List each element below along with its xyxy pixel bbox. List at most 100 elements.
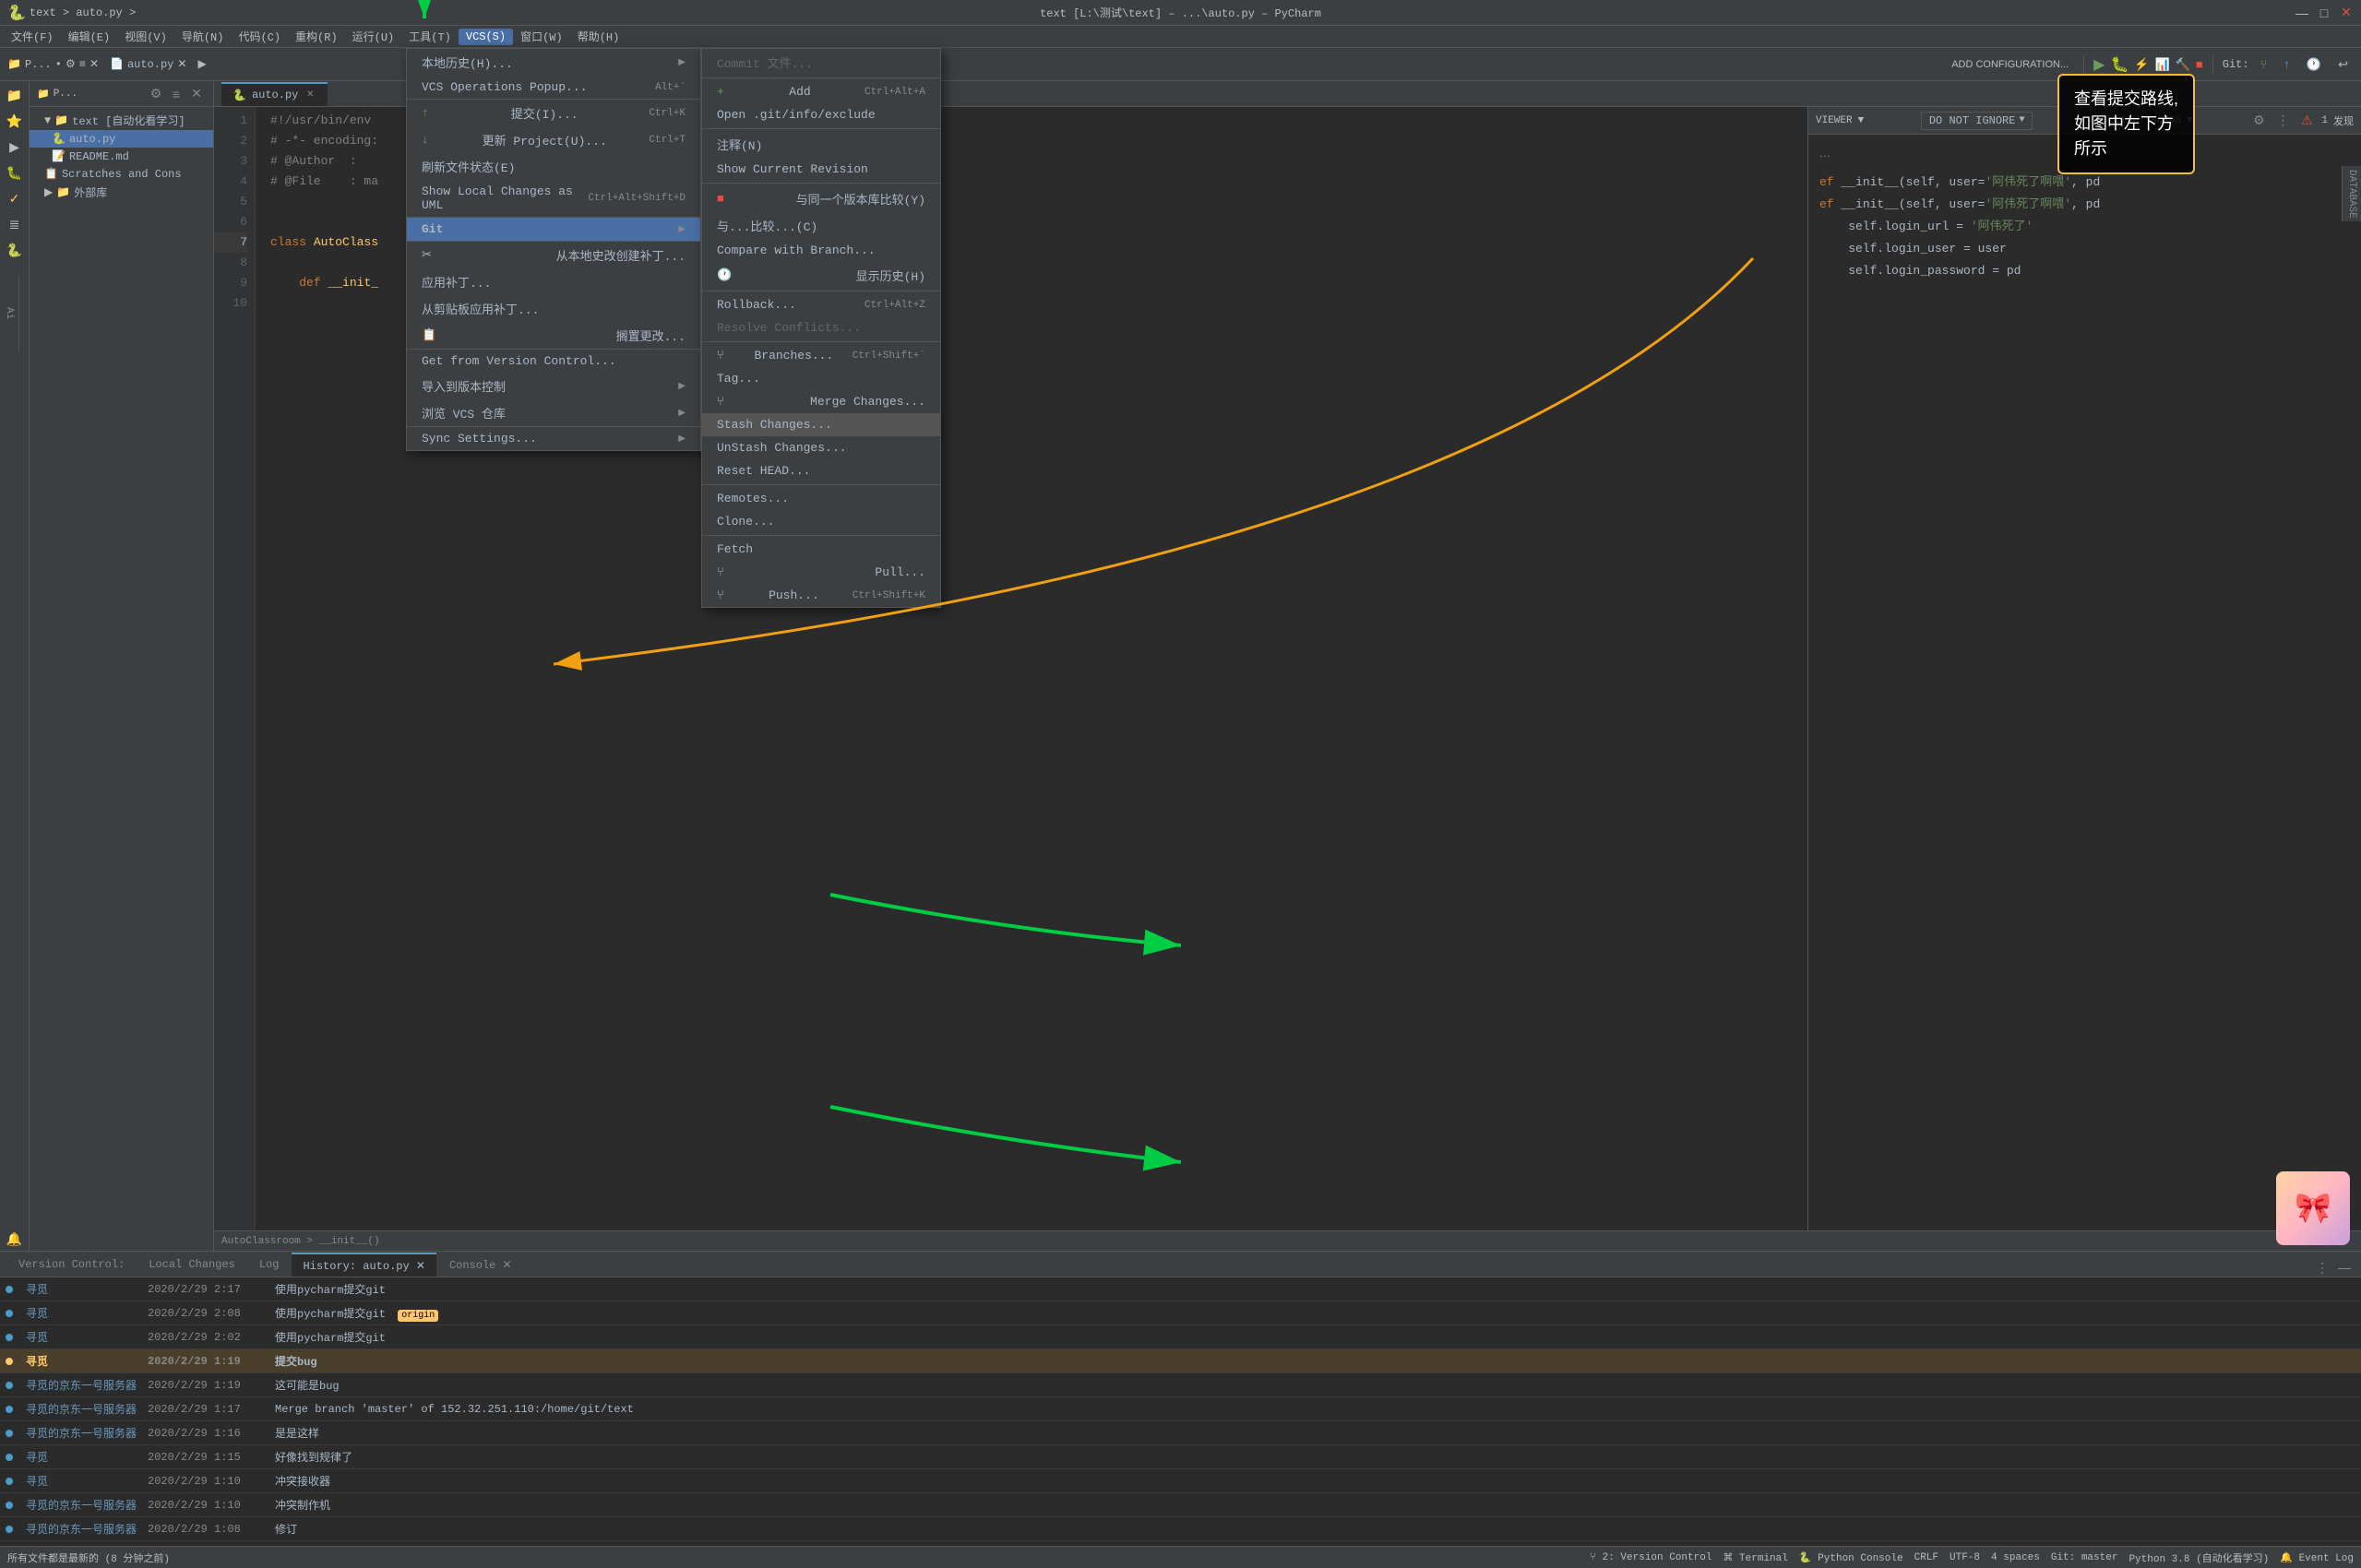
menu-file[interactable]: 文件(F) xyxy=(4,27,61,46)
profile-button[interactable]: 📊 xyxy=(2155,57,2170,72)
tab-console[interactable]: Console ✕ xyxy=(438,1253,523,1277)
git-reset-head-item[interactable]: Reset HEAD... xyxy=(702,459,940,482)
vcs-browse-item[interactable]: 浏览 VCS 仓库 xyxy=(407,399,700,426)
project-gear-button[interactable]: ⚙ xyxy=(147,85,165,103)
sidebar-icon-debug[interactable]: 🐛 xyxy=(4,162,26,184)
tab-history[interactable]: History: auto.py ✕ xyxy=(292,1253,435,1277)
sidebar-icon-run[interactable]: ▶ xyxy=(4,137,26,159)
menu-code[interactable]: 代码(C) xyxy=(231,27,288,46)
vcs-sync-item[interactable]: Sync Settings... xyxy=(407,427,700,450)
log-row-selected[interactable]: 寻觅 2020/2/29 1:19 提交bug xyxy=(0,1349,2361,1373)
panel-settings-button[interactable]: ⚙ xyxy=(2249,112,2268,130)
git-fetch-button[interactable]: ⑂ xyxy=(2255,53,2273,75)
menu-navigate[interactable]: 导航(N) xyxy=(174,27,232,46)
tab-close-button[interactable]: ✕ xyxy=(304,89,316,101)
git-commit-item[interactable]: Commit 文件... xyxy=(702,49,940,76)
sidebar-icon-todo[interactable]: ✓ xyxy=(4,188,26,210)
git-pull-item[interactable]: ⑂ Pull... xyxy=(702,561,940,584)
menu-edit[interactable]: 编辑(E) xyxy=(61,27,118,46)
git-tag-item[interactable]: Tag... xyxy=(702,367,940,390)
editor-tab-auto-py[interactable]: 🐍 auto.py ✕ xyxy=(221,82,328,106)
coverage-button[interactable]: ⚡ xyxy=(2134,57,2149,72)
sidebar-icon-project[interactable]: 📁 xyxy=(4,85,26,107)
tree-item-text-root[interactable]: ▼ 📁 text [自动化看学习] xyxy=(30,111,213,130)
log-row[interactable]: 寻觅 2020/2/29 1:15 好像找到规律了 xyxy=(0,1445,2361,1469)
git-show-revision-item[interactable]: Show Current Revision xyxy=(702,158,940,181)
panel-minimize-btn[interactable]: — xyxy=(2335,1258,2354,1277)
sidebar-icon-notifications[interactable]: 🔔 xyxy=(4,1229,26,1251)
git-compare-repo-item[interactable]: ■ 与同一个版本库比较(Y) xyxy=(702,185,940,212)
git-remotes-item[interactable]: Remotes... xyxy=(702,487,940,510)
vcs-show-uml-item[interactable]: Show Local Changes as UML Ctrl+Alt+Shift… xyxy=(407,180,700,217)
git-push-button[interactable]: ↑ xyxy=(2278,53,2295,75)
git-clone-item[interactable]: Clone... xyxy=(702,510,940,533)
vcs-update-item[interactable]: ↓ 更新 Project(U)... Ctrl+T xyxy=(407,126,700,153)
status-crlf[interactable]: CRLF xyxy=(1914,1552,1938,1563)
log-row[interactable]: 寻觅 2020/2/29 2:17 使用pycharm提交git xyxy=(0,1277,2361,1301)
log-row[interactable]: 寻觅 2020/2/29 1:10 冲突接收器 xyxy=(0,1469,2361,1493)
minimize-button[interactable]: — xyxy=(2295,6,2309,20)
git-pull-button[interactable]: 🕐 xyxy=(2301,53,2327,76)
sidebar-icon-python[interactable]: 🐍 xyxy=(4,240,26,262)
maximize-button[interactable]: □ xyxy=(2317,6,2331,20)
log-row[interactable]: 寻觅 2020/2/29 2:08 使用pycharm提交git origin xyxy=(0,1301,2361,1325)
log-row[interactable]: 寻觅的京东一号服务器 2020/2/29 1:19 这可能是bug xyxy=(0,1373,2361,1397)
git-merge-item[interactable]: ⑂ Merge Changes... xyxy=(702,390,940,413)
menu-vcs[interactable]: VCS(S) xyxy=(459,29,513,45)
log-row[interactable]: 寻觅的京东一号服务器 2020/2/29 1:17 Merge branch '… xyxy=(0,1397,2361,1421)
status-event-log[interactable]: 🔔 Event Log xyxy=(2280,1551,2354,1564)
do-not-ignore-badge[interactable]: DO NOT IGNORE ▼ xyxy=(1921,112,2033,130)
menu-help[interactable]: 帮助(H) xyxy=(570,27,627,46)
log-row[interactable]: 寻觅的京东一号服务器 2020/2/29 1:10 冲突制作机 xyxy=(0,1493,2361,1517)
git-open-exclude-item[interactable]: Open .git/info/exclude xyxy=(702,103,940,126)
status-indent[interactable]: 4 spaces xyxy=(1991,1552,2040,1563)
log-row[interactable]: 寻觅 2020/2/29 2:02 使用pycharm提交git xyxy=(0,1325,2361,1349)
status-terminal[interactable]: ⌘ Terminal xyxy=(1723,1551,1787,1564)
panel-more-btn[interactable]: ⋮ xyxy=(2313,1258,2331,1277)
vcs-shelve-item[interactable]: 📋 搁置更改... xyxy=(407,322,700,349)
vcs-apply-clipboard-item[interactable]: 从剪贴板应用补丁... xyxy=(407,295,700,322)
vcs-apply-patch-item[interactable]: 应用补丁... xyxy=(407,268,700,295)
tab-version-control[interactable]: Version Control: xyxy=(7,1253,136,1277)
git-push-item[interactable]: ⑂ Push... Ctrl+Shift+K xyxy=(702,584,940,607)
log-row[interactable]: 寻觅的京东一号服务器 2020/2/29 1:16 是是这样 xyxy=(0,1421,2361,1445)
menu-refactor[interactable]: 重构(R) xyxy=(288,27,345,46)
vcs-import-item[interactable]: 导入到版本控制 xyxy=(407,373,700,399)
vcs-local-history[interactable]: 本地历史(H)... xyxy=(407,49,700,76)
vcs-refresh-item[interactable]: 刷新文件状态(E) xyxy=(407,153,700,180)
tree-item-auto-py[interactable]: 🐍 auto.py xyxy=(30,130,213,148)
vcs-get-vc-item[interactable]: Get from Version Control... xyxy=(407,350,700,373)
git-unstash-item[interactable]: UnStash Changes... xyxy=(702,436,940,459)
panel-menu-button[interactable]: ⋮ xyxy=(2273,112,2292,130)
tab-local-changes[interactable]: Local Changes xyxy=(137,1253,246,1277)
tree-item-external-libs[interactable]: ▶ 📁 外部库 xyxy=(30,183,213,202)
right-sidebar-database[interactable]: DATABASE xyxy=(2342,166,2361,221)
status-encoding[interactable]: UTF-8 xyxy=(1950,1552,1980,1563)
menu-window[interactable]: 窗口(W) xyxy=(513,27,570,46)
git-history-button[interactable]: ↩ xyxy=(2332,53,2354,76)
git-compare-item[interactable]: 与...比较...(C) xyxy=(702,212,940,239)
git-rollback-item[interactable]: Rollback... Ctrl+Alt+Z xyxy=(702,293,940,316)
build-button[interactable]: 🔨 xyxy=(2176,57,2190,72)
panel-error-button[interactable]: ⚠ xyxy=(2297,112,2316,130)
git-fetch-item[interactable]: Fetch xyxy=(702,538,940,561)
git-show-history-item[interactable]: 🕐 显示历史(H) xyxy=(702,262,940,289)
git-annotate-item[interactable]: 注释(N) xyxy=(702,131,940,158)
menu-tools[interactable]: 工具(T) xyxy=(401,27,459,46)
tab-log[interactable]: Log xyxy=(248,1253,291,1277)
git-resolve-item[interactable]: Resolve Conflicts... xyxy=(702,316,940,339)
git-add-item[interactable]: + Add Ctrl+Alt+A xyxy=(702,80,940,103)
tree-item-readme[interactable]: 📝 README.md xyxy=(30,148,213,165)
git-compare-branch-item[interactable]: Compare with Branch... xyxy=(702,239,940,262)
project-close-button[interactable]: ✕ xyxy=(187,85,206,103)
vcs-operations-popup[interactable]: VCS Operations Popup... Alt+` xyxy=(407,76,700,99)
git-branches-item[interactable]: ⑂ Branches... Ctrl+Shift+` xyxy=(702,344,940,367)
menu-view[interactable]: 视图(V) xyxy=(117,27,174,46)
project-collapse-button[interactable]: ≡ xyxy=(167,85,185,103)
vcs-commit-item[interactable]: ↑ 提交(I)... Ctrl+K xyxy=(407,100,700,126)
log-row[interactable]: 寻觅的京东一号服务器 2020/2/29 1:02 阿伟你死定了 xyxy=(0,1541,2361,1546)
tree-item-scratches[interactable]: 📋 Scratches and Cons xyxy=(30,165,213,183)
vcs-create-patch-item[interactable]: ✂ 从本地史改创建补丁... xyxy=(407,242,700,268)
tab-autoppy[interactable]: auto.py xyxy=(127,58,173,71)
add-configuration-button[interactable]: ADD CONFIGURATION... xyxy=(1946,55,2074,74)
